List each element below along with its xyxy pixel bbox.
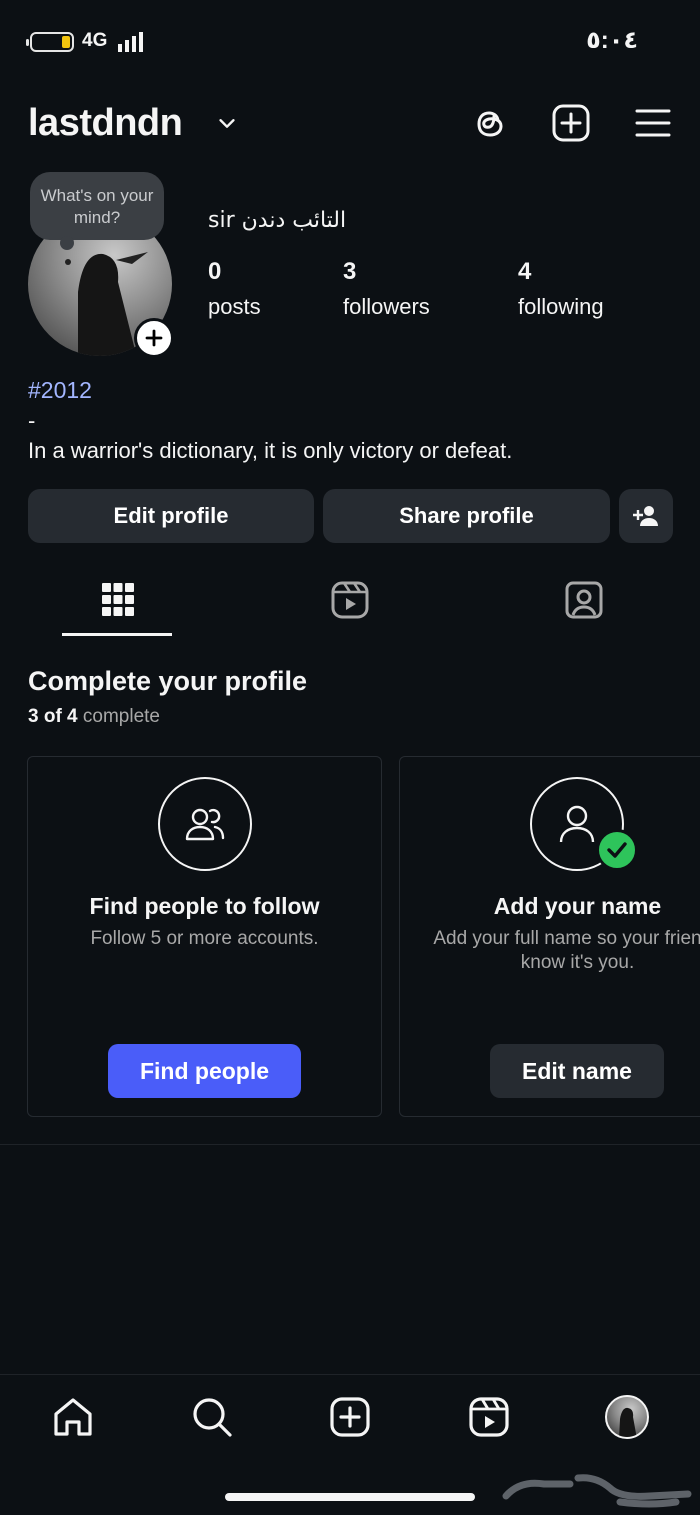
card-title: Find people to follow bbox=[89, 893, 320, 919]
avatar-image bbox=[619, 1407, 637, 1437]
search-icon[interactable] bbox=[190, 1395, 234, 1439]
posts-label: posts bbox=[208, 294, 261, 319]
signal-icon bbox=[118, 30, 143, 52]
username[interactable]: lastdndn bbox=[28, 102, 183, 145]
find-people-button[interactable]: Find people bbox=[108, 1044, 301, 1098]
edit-name-button[interactable]: Edit name bbox=[490, 1044, 664, 1098]
bio-hashtag[interactable]: #2012 bbox=[28, 377, 92, 404]
create-icon[interactable] bbox=[328, 1395, 372, 1439]
add-story-button[interactable] bbox=[134, 318, 174, 358]
threads-icon[interactable] bbox=[470, 102, 512, 144]
card-description: Add your full name so your friends know … bbox=[433, 928, 700, 973]
card-description: Follow 5 or more accounts. bbox=[90, 928, 319, 949]
posts-count: 0 bbox=[208, 258, 222, 285]
people-icon bbox=[185, 808, 225, 841]
chevron-down-icon[interactable] bbox=[216, 112, 238, 134]
bio-text: In a warrior's dictionary, it is only vi… bbox=[28, 438, 513, 463]
haraj-watermark-logo bbox=[502, 1474, 692, 1508]
active-tab-indicator bbox=[62, 633, 172, 636]
bio-line: - bbox=[28, 408, 36, 433]
posts-stat[interactable]: 0 posts bbox=[208, 258, 261, 320]
home-indicator bbox=[225, 1493, 475, 1501]
tagged-tab-icon[interactable] bbox=[564, 578, 604, 622]
people-icon-circle bbox=[158, 777, 252, 871]
home-icon[interactable] bbox=[51, 1395, 95, 1439]
profile-header: lastdndn bbox=[0, 92, 700, 156]
complete-profile-title: Complete your profile bbox=[28, 666, 308, 696]
network-type: 4G bbox=[82, 30, 108, 51]
hamburger-menu-icon[interactable] bbox=[632, 102, 674, 144]
profile-avatar-nav[interactable] bbox=[605, 1395, 649, 1439]
following-stat[interactable]: 4 following bbox=[518, 258, 604, 320]
clock: ٥:٠٤ bbox=[586, 27, 638, 54]
full-name: sir التائب دندن bbox=[208, 208, 347, 233]
find-people-card: Find people to follow Follow 5 or more a… bbox=[27, 756, 382, 1117]
edit-profile-button[interactable]: Edit profile bbox=[28, 489, 314, 543]
add-person-icon bbox=[633, 506, 658, 526]
new-post-icon[interactable] bbox=[550, 102, 592, 144]
person-icon bbox=[559, 805, 595, 843]
followers-stat[interactable]: 3 followers bbox=[343, 258, 430, 320]
checkmark-icon bbox=[596, 829, 638, 871]
add-name-card: Add your name Add your full name so your… bbox=[399, 756, 700, 1117]
grid-tab-icon[interactable] bbox=[98, 578, 138, 622]
following-label: following bbox=[518, 294, 604, 319]
reels-icon[interactable] bbox=[467, 1395, 511, 1439]
note-bubble[interactable]: What's on your mind? bbox=[30, 172, 164, 250]
divider bbox=[0, 1144, 700, 1145]
status-bar: 4G ٥:٠٤ bbox=[0, 0, 700, 84]
battery-icon bbox=[26, 32, 74, 52]
complete-profile-progress: 3 of 4 complete bbox=[28, 706, 160, 727]
reels-tab-icon[interactable] bbox=[330, 578, 370, 622]
card-title: Add your name bbox=[493, 893, 662, 919]
followers-count: 3 bbox=[343, 258, 357, 285]
discover-people-button[interactable] bbox=[619, 489, 673, 543]
plus-icon bbox=[145, 329, 163, 347]
following-count: 4 bbox=[518, 258, 532, 285]
followers-label: followers bbox=[343, 294, 430, 319]
share-profile-button[interactable]: Share profile bbox=[323, 489, 610, 543]
